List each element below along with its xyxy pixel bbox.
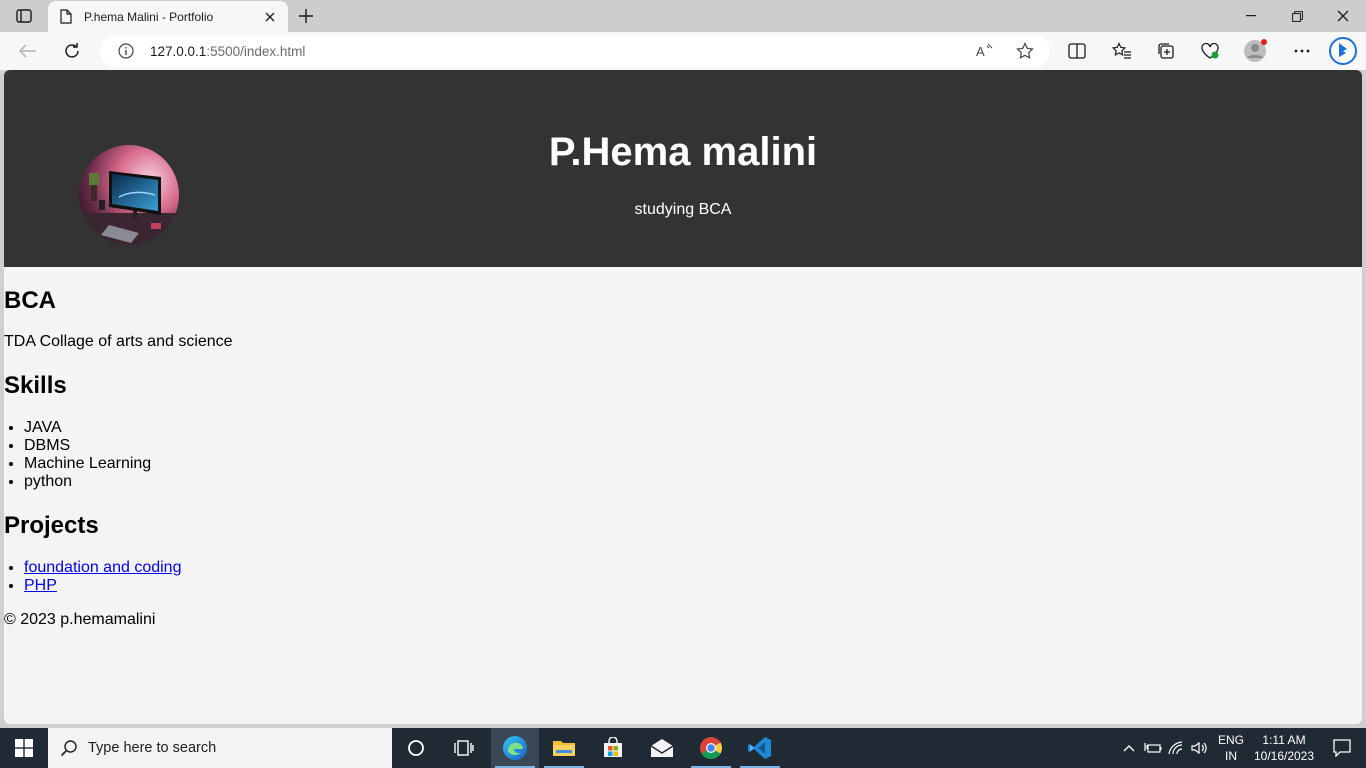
task-view-icon[interactable] (440, 728, 488, 768)
skills-heading: Skills (4, 372, 67, 399)
vscode-icon[interactable] (736, 728, 784, 768)
new-tab-icon[interactable] (296, 6, 316, 26)
project-item: foundation and coding (24, 559, 181, 577)
address-bar[interactable]: 127.0.0.1:5500/index.html (100, 35, 1050, 67)
projects-list: foundation and coding PHP (4, 559, 181, 595)
collections-icon[interactable] (1154, 39, 1178, 63)
profile-avatar-icon[interactable] (1243, 39, 1267, 63)
education-text: TDA Collage of arts and science (4, 333, 233, 350)
clock-date: 10/16/2023 (1253, 749, 1315, 763)
site-info-icon[interactable] (118, 43, 134, 59)
file-explorer-icon[interactable] (540, 728, 588, 768)
system-clock[interactable]: 1:11 AM 10/16/2023 (1248, 732, 1320, 764)
read-aloud-icon[interactable]: A (973, 39, 997, 63)
skill-item: DBMS (24, 437, 151, 455)
footer-copyright: © 2023 p.hemamalini (4, 611, 156, 628)
cortana-icon[interactable] (392, 728, 440, 768)
close-tab-icon[interactable] (262, 9, 278, 25)
favorite-star-icon[interactable] (1013, 39, 1037, 63)
page-title: P.Hema malini (548, 130, 818, 174)
header-banner: P.Hema malini studying BCA (4, 70, 1362, 267)
mail-icon[interactable] (638, 728, 686, 768)
notifications-icon[interactable] (1318, 728, 1366, 768)
taskbar-search-box[interactable]: Type here to search (48, 728, 392, 768)
close-window-icon[interactable] (1320, 0, 1366, 32)
project-link-php[interactable]: PHP (24, 577, 57, 594)
browser-tab-strip: P.hema Malini - Portfolio (0, 0, 1366, 32)
browser-tab[interactable]: P.hema Malini - Portfolio (48, 1, 288, 32)
tab-title: P.hema Malini - Portfolio (84, 9, 214, 24)
minimize-icon[interactable] (1228, 0, 1274, 32)
refresh-icon[interactable] (60, 39, 84, 63)
favorites-icon[interactable] (1110, 39, 1134, 63)
skill-item: python (24, 473, 151, 491)
projects-heading: Projects (4, 512, 99, 539)
search-icon (60, 739, 78, 757)
url-host: 127.0.0.1 (150, 43, 207, 59)
document-icon (58, 9, 74, 25)
show-hidden-icons-chevron-icon[interactable] (1119, 738, 1139, 758)
taskbar: Type here to search ENG IN 1:11 AM 10/16… (0, 728, 1366, 768)
education-heading: BCA (4, 287, 56, 314)
browser-essentials-icon[interactable] (1198, 39, 1222, 63)
bing-chat-icon[interactable] (1328, 36, 1358, 66)
tab-actions-icon[interactable] (10, 6, 38, 26)
volume-icon[interactable] (1190, 738, 1210, 758)
browser-toolbar: 127.0.0.1:5500/index.html A (0, 32, 1366, 70)
page-subtitle: studying BCA (634, 201, 732, 218)
split-screen-icon[interactable] (1065, 39, 1089, 63)
skill-item: Machine Learning (24, 455, 151, 473)
skill-item: JAVA (24, 419, 151, 437)
url-text: 127.0.0.1:5500/index.html (150, 44, 305, 59)
page-viewport: P.Hema malini studying BCA BCA TDA Colla… (4, 70, 1362, 724)
microsoft-store-icon[interactable] (589, 728, 637, 768)
chrome-icon[interactable] (687, 728, 735, 768)
language-code: ENG (1217, 733, 1244, 747)
wifi-icon[interactable] (1167, 738, 1187, 758)
language-indicator[interactable]: ENG IN (1214, 732, 1248, 764)
battery-icon[interactable] (1143, 738, 1163, 758)
more-options-icon[interactable] (1290, 39, 1314, 63)
clock-time: 1:11 AM (1262, 733, 1306, 747)
back-icon[interactable] (16, 39, 40, 63)
project-item: PHP (24, 577, 181, 595)
edge-taskbar-icon[interactable] (491, 728, 539, 768)
url-path: :5500/index.html (206, 43, 306, 59)
project-link-foundation[interactable]: foundation and coding (24, 559, 181, 576)
language-region: IN (1225, 749, 1237, 763)
svg-text:A: A (976, 44, 985, 59)
skills-list: JAVA DBMS Machine Learning python (4, 419, 151, 491)
search-placeholder: Type here to search (88, 740, 217, 756)
windows-start-icon[interactable] (0, 728, 48, 768)
restore-icon[interactable] (1274, 0, 1320, 32)
